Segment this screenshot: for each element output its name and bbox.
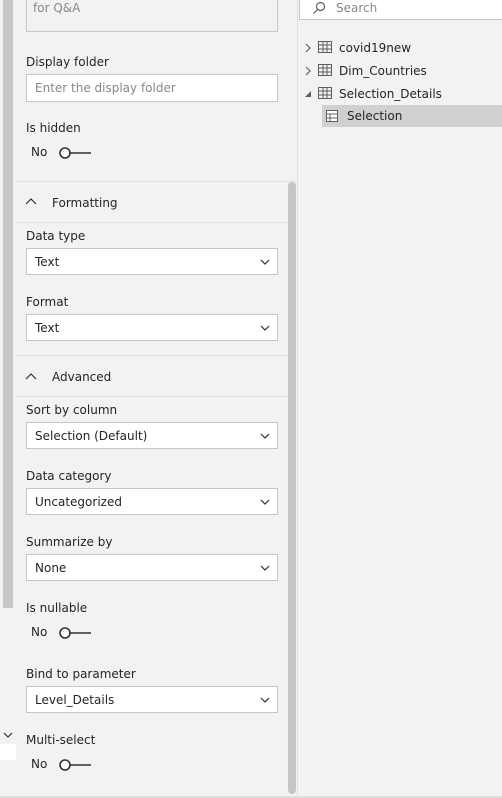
display-folder-placeholder: Enter the display folder	[35, 81, 176, 95]
multi-select-state: No	[31, 757, 48, 771]
search-placeholder: Search	[336, 1, 378, 15]
display-folder-input[interactable]: Enter the display folder	[26, 74, 278, 102]
table-icon	[318, 87, 332, 99]
is-hidden-label: Is hidden	[26, 121, 81, 135]
table-name: Dim_Countries	[339, 64, 427, 78]
bind-to-parameter-dropdown[interactable]: Level_Details	[26, 686, 278, 713]
sort-by-column-label: Sort by column	[26, 403, 118, 417]
chevron-down-icon	[260, 259, 270, 265]
advanced-section-header[interactable]: Advanced	[16, 356, 288, 396]
divider	[16, 396, 288, 397]
advanced-section-title: Advanced	[52, 370, 112, 384]
multi-select-toggle[interactable]	[58, 759, 92, 771]
scroll-down-arrow-icon[interactable]	[3, 730, 13, 740]
expand-arrow-icon[interactable]	[304, 66, 312, 76]
display-folder-label: Display folder	[26, 55, 109, 69]
sort-by-column-value: Selection (Default)	[35, 429, 148, 443]
multi-select-label: Multi-select	[26, 733, 96, 747]
chevron-down-icon	[260, 565, 270, 571]
left-scrollbar-track[interactable]	[0, 0, 16, 798]
data-type-dropdown[interactable]: Text	[26, 248, 278, 275]
formatting-section-title: Formatting	[52, 196, 118, 210]
table-item-selection-details[interactable]: Selection_Details	[300, 83, 500, 105]
formatting-section-header[interactable]: Formatting	[16, 182, 288, 222]
data-category-label: Data category	[26, 469, 112, 483]
table-icon	[318, 64, 332, 76]
chevron-down-icon	[260, 325, 270, 331]
data-type-value: Text	[35, 255, 60, 269]
data-category-value: Uncategorized	[35, 495, 122, 509]
collapse-arrow-icon[interactable]	[303, 89, 313, 99]
column-name: Selection	[347, 109, 403, 123]
divider	[16, 222, 288, 223]
column-icon	[326, 110, 338, 122]
format-dropdown[interactable]: Text	[26, 314, 278, 341]
qa-synonyms-text: for Q&A	[33, 1, 81, 15]
summarize-by-dropdown[interactable]: None	[26, 554, 278, 581]
chevron-down-icon	[260, 433, 270, 439]
table-icon	[318, 41, 332, 53]
format-value: Text	[35, 321, 60, 335]
format-label: Format	[26, 295, 69, 309]
search-icon	[313, 1, 326, 14]
properties-scrollbar-thumb[interactable]	[288, 182, 296, 794]
table-name: Selection_Details	[339, 87, 442, 101]
is-nullable-state: No	[31, 625, 48, 639]
expand-arrow-icon[interactable]	[304, 43, 312, 53]
left-gutter-corner	[0, 744, 16, 760]
chevron-up-icon	[25, 198, 37, 205]
is-nullable-label: Is nullable	[26, 601, 88, 615]
table-item-dim-countries[interactable]: Dim_Countries	[300, 60, 500, 82]
data-category-dropdown[interactable]: Uncategorized	[26, 488, 278, 515]
left-scrollbar-thumb[interactable]	[3, 0, 13, 608]
chevron-down-icon	[260, 499, 270, 505]
is-nullable-toggle[interactable]	[58, 627, 92, 639]
chevron-down-icon	[260, 697, 270, 703]
summarize-by-label: Summarize by	[26, 535, 113, 549]
summarize-by-value: None	[35, 561, 67, 575]
is-hidden-toggle[interactable]	[58, 147, 92, 159]
table-item-covid19new[interactable]: covid19new	[300, 37, 500, 59]
bind-to-parameter-label: Bind to parameter	[26, 667, 136, 681]
chevron-up-icon	[25, 373, 37, 380]
bind-to-parameter-value: Level_Details	[35, 693, 115, 707]
qa-synonyms-field[interactable]: for Q&A	[26, 0, 278, 32]
sort-by-column-dropdown[interactable]: Selection (Default)	[26, 422, 278, 449]
table-name: covid19new	[339, 41, 412, 55]
column-item-selection[interactable]: Selection	[322, 105, 502, 127]
is-hidden-state: No	[31, 145, 48, 159]
search-box[interactable]: Search	[299, 0, 502, 20]
data-type-label: Data type	[26, 229, 86, 243]
